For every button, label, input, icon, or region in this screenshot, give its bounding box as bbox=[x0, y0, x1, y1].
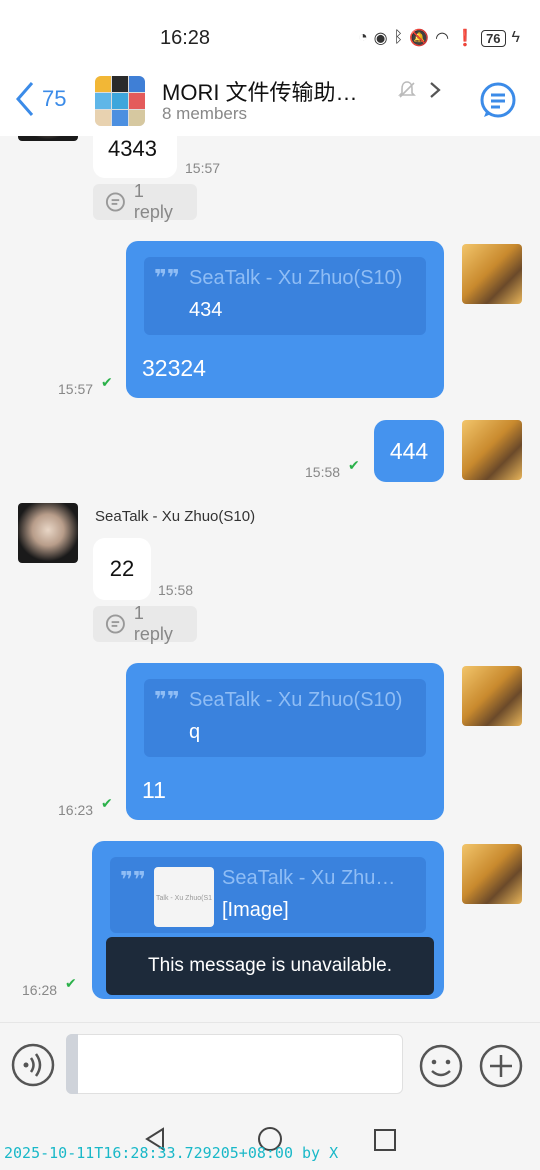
input-drag-handle[interactable] bbox=[66, 1034, 78, 1094]
quote-sender: SeaTalk - Xu Zhu… bbox=[222, 867, 396, 889]
nav-recents-icon[interactable] bbox=[373, 1128, 397, 1152]
quote-text: [Image] bbox=[222, 899, 289, 921]
my-avatar[interactable] bbox=[462, 666, 522, 726]
message-time: 15:57 bbox=[58, 381, 94, 397]
my-avatar[interactable] bbox=[462, 420, 522, 480]
my-avatar[interactable] bbox=[462, 844, 522, 904]
reply-count: 1 reply bbox=[133, 181, 173, 222]
reply-bubble-icon bbox=[105, 192, 125, 212]
charging-icon: ϟ bbox=[511, 29, 520, 46]
message-text: 32324 bbox=[142, 355, 206, 381]
read-check-icon: ✔ bbox=[65, 975, 77, 991]
mute-bell-icon: 🔕 bbox=[409, 30, 430, 47]
message-bubble[interactable]: ❞❞ SeaTalk - Xu Zhuo(S10) 434 32324 bbox=[126, 241, 444, 398]
message-time: 15:58 bbox=[158, 582, 194, 598]
input-bar bbox=[0, 1022, 540, 1114]
my-avatar[interactable] bbox=[462, 244, 522, 304]
message-bubble[interactable]: 22 bbox=[93, 538, 151, 600]
voice-button[interactable] bbox=[11, 1043, 55, 1087]
speed-icon: ◔ bbox=[358, 29, 368, 46]
message-time: 15:57 bbox=[185, 160, 221, 176]
quote-sender: SeaTalk - Xu Zhuo(S10) bbox=[189, 267, 403, 289]
sender-avatar[interactable] bbox=[18, 503, 78, 563]
chat-title[interactable]: MORI 文件传输助… bbox=[162, 75, 382, 107]
bluetooth-icon: ᛒ bbox=[393, 29, 404, 46]
message-bubble[interactable]: 4343 bbox=[93, 136, 177, 178]
quoted-message[interactable]: ❞❞ Talk - Xu Zhuo(S1 SeaTalk - Xu Zhu… [… bbox=[110, 857, 426, 933]
message-text: 4343 bbox=[108, 136, 157, 161]
reply-chip[interactable]: 1 reply bbox=[93, 181, 197, 222]
quote-text: 434 bbox=[189, 299, 223, 321]
reply-chip[interactable]: 1 reply bbox=[93, 603, 197, 644]
image-thumbnail[interactable]: Talk - Xu Zhuo(S1 bbox=[154, 867, 214, 927]
read-check-icon: ✔ bbox=[101, 795, 113, 811]
alert-icon: ❗ bbox=[455, 30, 476, 47]
quote-icon: ❞❞ bbox=[154, 265, 180, 290]
quote-text: q bbox=[189, 721, 201, 743]
message-bubble[interactable]: 444 bbox=[374, 420, 444, 482]
unread-count: 75 bbox=[42, 86, 67, 111]
chevron-right-icon[interactable] bbox=[428, 80, 442, 100]
unavailable-toast: This message is unavailable. bbox=[106, 937, 434, 995]
message-text: 11 bbox=[142, 777, 166, 803]
status-time: 16:28 bbox=[160, 27, 211, 49]
sender-avatar[interactable] bbox=[18, 136, 78, 141]
emoji-button[interactable] bbox=[418, 1043, 464, 1089]
message-list[interactable]: 4343 15:57 1 reply ❞❞ SeaTalk - Xu Zhuo(… bbox=[0, 136, 540, 1022]
sender-name: SeaTalk - Xu Zhuo(S10) bbox=[95, 508, 256, 525]
message-bubble[interactable]: ❞❞ SeaTalk - Xu Zhuo(S10) q 11 bbox=[126, 663, 444, 820]
chat-header: 75 MORI 文件传输助… 8 members bbox=[0, 60, 540, 136]
quote-icon: ❞❞ bbox=[154, 687, 180, 712]
quote-sender: SeaTalk - Xu Zhuo(S10) bbox=[189, 689, 403, 711]
quoted-message[interactable]: ❞❞ SeaTalk - Xu Zhuo(S10) q bbox=[144, 679, 426, 757]
quote-icon: ❞❞ bbox=[120, 867, 146, 892]
member-count: 8 members bbox=[162, 104, 248, 123]
read-check-icon: ✔ bbox=[348, 457, 360, 473]
reply-bubble-icon bbox=[105, 614, 125, 634]
message-time: 16:28 bbox=[22, 982, 58, 998]
message-time: 15:58 bbox=[305, 464, 341, 480]
message-input[interactable] bbox=[66, 1034, 403, 1094]
chevron-left-icon bbox=[16, 82, 34, 116]
group-avatar[interactable] bbox=[95, 76, 145, 126]
thumbnail-caption: Talk - Xu Zhuo(S1 bbox=[156, 895, 213, 902]
eye-icon: ◉ bbox=[373, 30, 388, 47]
wifi-icon: ◠ bbox=[435, 30, 450, 47]
battery-indicator: 76 bbox=[481, 29, 506, 47]
thread-button[interactable] bbox=[478, 80, 518, 120]
quoted-message[interactable]: ❞❞ SeaTalk - Xu Zhuo(S10) 434 bbox=[144, 257, 426, 335]
message-text: 22 bbox=[109, 556, 135, 581]
back-button[interactable]: 75 bbox=[14, 80, 66, 118]
message-time: 16:23 bbox=[58, 802, 94, 818]
muted-bell-icon bbox=[398, 81, 416, 98]
read-check-icon: ✔ bbox=[101, 374, 113, 390]
toast-text: This message is unavailable. bbox=[148, 955, 392, 976]
timestamp-watermark: 2025-10-11T16:28:33.729205+08:00 by X bbox=[4, 1144, 339, 1162]
status-icons: ◔ ◉ ᛒ 🔕 ◠ ❗ 76 ϟ bbox=[358, 28, 520, 48]
plus-button[interactable] bbox=[478, 1043, 524, 1089]
message-text: 444 bbox=[389, 437, 429, 464]
reply-count: 1 reply bbox=[133, 603, 173, 644]
